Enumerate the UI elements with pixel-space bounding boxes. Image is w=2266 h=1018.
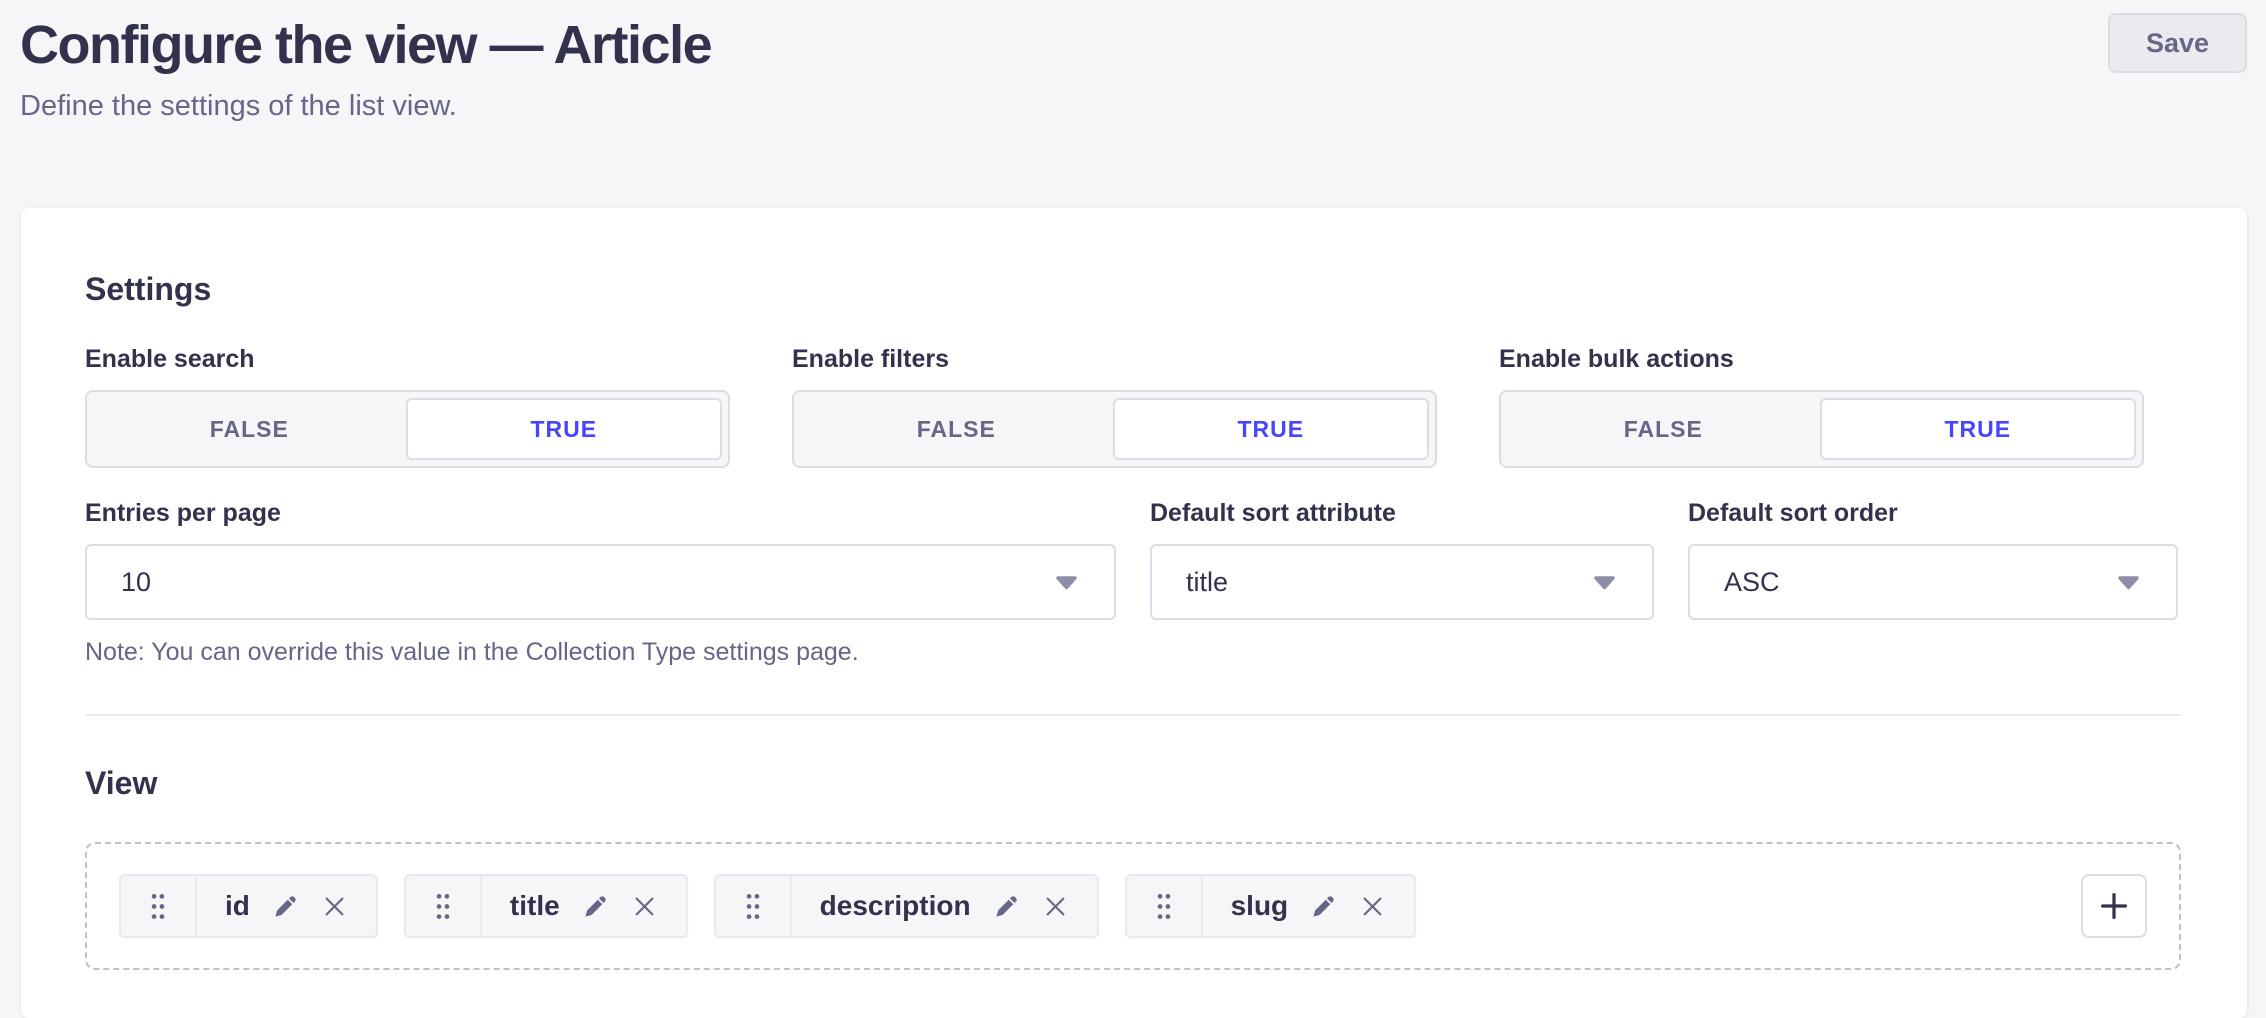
remove-field-button[interactable] <box>321 893 348 920</box>
drag-handle-icon <box>1156 893 1172 920</box>
remove-x-icon <box>631 893 658 920</box>
drag-handle[interactable] <box>716 876 792 936</box>
field-chip-label: slug <box>1231 890 1289 922</box>
default-sort-attribute-label: Default sort attribute <box>1150 498 1654 528</box>
chip-body: id <box>197 876 376 936</box>
edit-field-button[interactable] <box>993 893 1020 920</box>
drag-handle-icon <box>435 893 451 920</box>
default-sort-attribute-select[interactable]: title <box>1150 544 1654 620</box>
default-sort-order-field: Default sort order ASC <box>1688 498 2178 620</box>
view-section-heading: View <box>85 764 2181 802</box>
field-chip-label: title <box>510 890 560 922</box>
field-chip-description[interactable]: description <box>714 874 1099 938</box>
default-sort-order-label: Default sort order <box>1688 498 2178 528</box>
enable-bulk-actions-true-option[interactable]: TRUE <box>1820 398 2137 460</box>
caret-down-icon <box>1055 575 1078 590</box>
field-chip-id[interactable]: id <box>119 874 378 938</box>
default-sort-order-value: ASC <box>1724 567 1780 598</box>
sort-settings-row: Entries per page 10 Note: You can overri… <box>85 498 2181 668</box>
default-sort-attribute-field: Default sort attribute title <box>1150 498 1654 620</box>
field-chip-label: id <box>225 890 250 922</box>
edit-field-button[interactable] <box>582 893 609 920</box>
default-sort-order-select[interactable]: ASC <box>1688 544 2178 620</box>
remove-field-button[interactable] <box>631 893 658 920</box>
field-chip-slug[interactable]: slug <box>1125 874 1417 938</box>
plus-icon <box>2097 889 2131 923</box>
enable-filters-field: Enable filters FALSE TRUE <box>792 344 1437 468</box>
page-title: Configure the view — Article <box>20 12 2246 78</box>
field-chip-title[interactable]: title <box>404 874 688 938</box>
remove-x-icon <box>1042 893 1069 920</box>
enable-bulk-actions-toggle: FALSE TRUE <box>1499 390 2144 468</box>
enable-filters-true-option[interactable]: TRUE <box>1113 398 1430 460</box>
view-fields-dropzone: id <box>85 842 2181 970</box>
remove-field-button[interactable] <box>1042 893 1069 920</box>
enable-filters-toggle: FALSE TRUE <box>792 390 1437 468</box>
remove-field-button[interactable] <box>1359 893 1386 920</box>
edit-pencil-icon <box>993 893 1020 920</box>
add-field-button[interactable] <box>2081 874 2147 938</box>
entries-per-page-label: Entries per page <box>85 498 1116 528</box>
chip-body: slug <box>1203 876 1415 936</box>
edit-field-button[interactable] <box>1310 893 1337 920</box>
chip-body: title <box>482 876 686 936</box>
enable-filters-false-option[interactable]: FALSE <box>800 398 1113 460</box>
settings-section-heading: Settings <box>85 270 2181 308</box>
drag-handle-icon <box>150 893 166 920</box>
entries-per-page-note: Note: You can override this value in the… <box>85 636 1116 668</box>
remove-x-icon <box>1359 893 1386 920</box>
drag-handle[interactable] <box>121 876 197 936</box>
enable-search-false-option[interactable]: FALSE <box>93 398 406 460</box>
caret-down-icon <box>1593 575 1616 590</box>
enable-bulk-actions-false-option[interactable]: FALSE <box>1507 398 1820 460</box>
enable-search-field: Enable search FALSE TRUE <box>85 344 730 468</box>
edit-pencil-icon <box>582 893 609 920</box>
enable-search-toggle: FALSE TRUE <box>85 390 730 468</box>
entries-per-page-value: 10 <box>121 567 151 598</box>
enable-search-true-option[interactable]: TRUE <box>406 398 723 460</box>
enable-search-label: Enable search <box>85 344 730 374</box>
remove-x-icon <box>321 893 348 920</box>
edit-pencil-icon <box>1310 893 1337 920</box>
save-button[interactable]: Save <box>2108 13 2247 73</box>
field-chip-label: description <box>820 890 971 922</box>
enable-bulk-actions-label: Enable bulk actions <box>1499 344 2144 374</box>
section-divider <box>85 714 2181 716</box>
entries-per-page-field: Entries per page 10 Note: You can overri… <box>85 498 1116 668</box>
edit-pencil-icon <box>272 893 299 920</box>
caret-down-icon <box>2117 575 2140 590</box>
drag-handle-icon <box>745 893 761 920</box>
page-subtitle: Define the settings of the list view. <box>20 88 2246 124</box>
edit-field-button[interactable] <box>272 893 299 920</box>
enable-bulk-actions-field: Enable bulk actions FALSE TRUE <box>1499 344 2144 468</box>
enable-filters-label: Enable filters <box>792 344 1437 374</box>
drag-handle[interactable] <box>406 876 482 936</box>
drag-handle[interactable] <box>1127 876 1203 936</box>
entries-per-page-select[interactable]: 10 <box>85 544 1116 620</box>
toggles-row: Enable search FALSE TRUE Enable filters … <box>85 344 2181 468</box>
page-header: Configure the view — Article Define the … <box>0 0 2266 124</box>
chip-body: description <box>792 876 1097 936</box>
settings-card: Settings Enable search FALSE TRUE Enable… <box>21 208 2247 1018</box>
default-sort-attribute-value: title <box>1186 567 1228 598</box>
